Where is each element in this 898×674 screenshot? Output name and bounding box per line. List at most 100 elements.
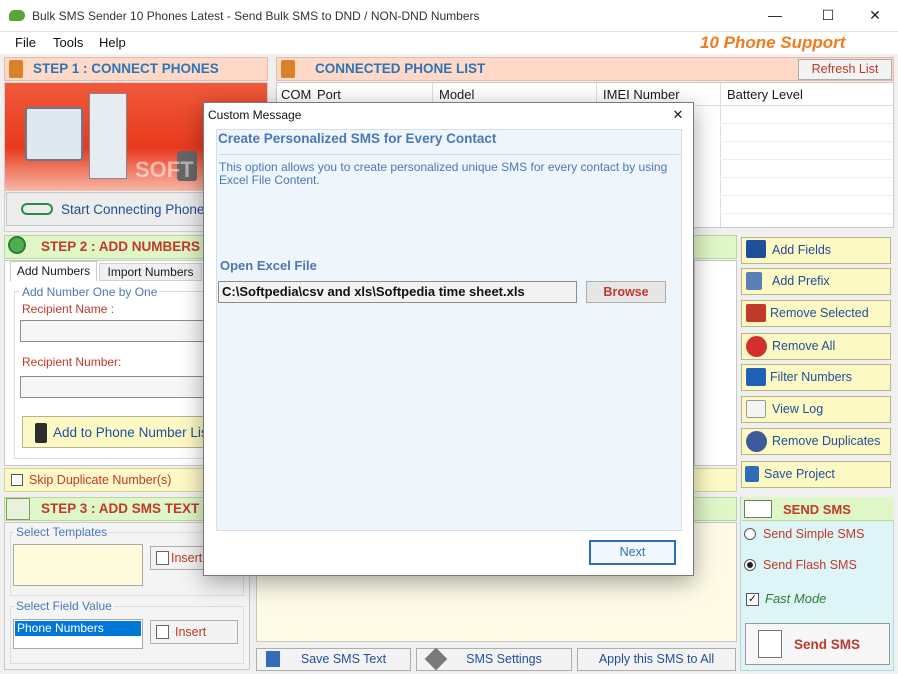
row-divider [720, 195, 893, 196]
add-to-list-button[interactable]: Add to Phone Number List [22, 416, 212, 448]
insert-field-icon [156, 625, 169, 639]
phone-support-label: 10 Phone Support [700, 33, 846, 52]
send-sms-button[interactable]: Send SMS [745, 623, 890, 665]
add-one-group-label: Add Number One by One [20, 285, 160, 299]
row-divider [720, 213, 893, 214]
close-button[interactable]: ✕ [852, 0, 898, 31]
field-value-list[interactable]: Phone Numbers [13, 619, 143, 649]
remove-duplicates-label: Remove Duplicates [772, 434, 881, 448]
dialog-content [216, 129, 682, 531]
monitor-icon [25, 107, 83, 161]
recipient-name-input[interactable] [20, 320, 210, 342]
add-fields-icon [746, 240, 766, 258]
save-project-label: Save Project [764, 467, 835, 481]
add-to-list-label: Add to Phone Number List [53, 425, 212, 440]
number-list-panel [694, 260, 737, 466]
add-prefix-label: Add Prefix [772, 274, 830, 288]
send-flash-radio[interactable] [744, 559, 756, 571]
phone-list-icon [281, 60, 295, 78]
computer-tower-icon [89, 93, 127, 179]
excel-file-path-input[interactable]: C:\Softpedia\csv and xls\Softpedia time … [218, 281, 577, 303]
save-project-button[interactable]: Save Project [741, 461, 891, 488]
menu-file[interactable]: File [15, 35, 36, 50]
heading-divider [219, 154, 681, 155]
next-button[interactable]: Next [589, 540, 676, 565]
fast-mode-checkbox[interactable]: ✓ [746, 593, 759, 606]
skip-duplicate-checkbox[interactable] [11, 474, 23, 486]
send-simple-label: Send Simple SMS [763, 527, 865, 541]
dialog-description: This option allows you to create persona… [219, 160, 668, 187]
dialog-title: Custom Message [208, 108, 302, 122]
remove-all-label: Remove All [772, 339, 836, 353]
col-port[interactable]: Port [317, 87, 341, 102]
remove-selected-icon [746, 304, 766, 322]
field-value-selected[interactable]: Phone Numbers [15, 621, 141, 636]
col-battery[interactable]: Battery Level [727, 87, 803, 102]
col-model[interactable]: Model [439, 87, 474, 102]
tab-import-numbers[interactable]: Import Numbers [99, 263, 202, 281]
row-divider [720, 123, 893, 124]
step1-header: STEP 1 : CONNECT PHONES [4, 57, 268, 81]
app-icon [9, 10, 25, 21]
col-com[interactable]: COM [281, 87, 311, 102]
envelope-icon [744, 500, 772, 518]
refresh-list-button[interactable]: Refresh List [798, 59, 892, 80]
recipient-name-label: Recipient Name : [22, 302, 115, 316]
add-text-icon [6, 498, 30, 520]
insert-template-label: Insert [171, 551, 203, 565]
filter-numbers-icon [746, 368, 766, 386]
dialog-close-button[interactable]: ✕ [665, 104, 691, 126]
remove-all-icon [746, 336, 767, 357]
menu-tools[interactable]: Tools [53, 35, 83, 50]
templates-list[interactable] [13, 544, 143, 586]
filter-numbers-label: Filter Numbers [770, 370, 852, 384]
apply-sms-button[interactable]: Apply this SMS to All [577, 648, 736, 671]
open-excel-label: Open Excel File [220, 258, 317, 273]
save-sms-label: Save SMS Text [300, 652, 387, 666]
watermark-text: SOFT [135, 157, 194, 182]
minimize-button[interactable]: — [752, 0, 798, 31]
phone-list-title: CONNECTED PHONE LIST [315, 61, 486, 76]
add-fields-label: Add Fields [772, 243, 832, 257]
phone-icon [9, 60, 23, 78]
field-value-label: Select Field Value [14, 599, 114, 613]
row-divider [720, 141, 893, 142]
browse-button[interactable]: Browse [586, 281, 666, 303]
recipient-number-input[interactable] [20, 376, 210, 398]
col-imei[interactable]: IMEI Number [603, 87, 680, 102]
maximize-button[interactable]: ☐ [805, 0, 851, 31]
usb-icon [21, 203, 53, 215]
save-sms-icon [266, 651, 280, 667]
window-title: Bulk SMS Sender 10 Phones Latest - Send … [32, 9, 480, 23]
send-simple-radio[interactable] [744, 528, 756, 540]
save-project-icon [745, 466, 759, 482]
skip-duplicate-label: Skip Duplicate Number(s) [29, 473, 172, 487]
send-flash-label: Send Flash SMS [763, 558, 857, 572]
step3-title: STEP 3 : ADD SMS TEXT [41, 501, 200, 516]
start-connecting-label: Start Connecting Phones [61, 202, 212, 217]
tab-add-numbers[interactable]: Add Numbers [10, 261, 97, 281]
add-prefix-button[interactable]: Add Prefix [741, 268, 891, 295]
dialog-heading: Create Personalized SMS for Every Contac… [218, 131, 497, 146]
menu-help[interactable]: Help [99, 35, 126, 50]
send-sms-title: SEND SMS [783, 502, 851, 517]
add-prefix-icon [746, 272, 762, 290]
sms-settings-label: SMS Settings [466, 652, 542, 666]
insert-template-icon [156, 551, 169, 565]
row-divider [720, 159, 893, 160]
send-doc-icon [758, 630, 782, 658]
fast-mode-label: Fast Mode [765, 591, 827, 606]
remove-selected-label: Remove Selected [770, 306, 869, 320]
add-numbers-icon [8, 236, 26, 254]
recipient-number-label: Recipient Number: [22, 355, 122, 369]
view-log-label: View Log [772, 402, 824, 416]
step1-title: STEP 1 : CONNECT PHONES [33, 61, 219, 76]
step2-title: STEP 2 : ADD NUMBERS [41, 239, 201, 254]
view-log-icon [746, 400, 766, 418]
radio-dot [747, 562, 753, 568]
phone-add-icon [35, 423, 47, 443]
remove-duplicates-icon [746, 431, 767, 452]
row-divider [720, 177, 893, 178]
insert-field-label: Insert [175, 625, 207, 639]
send-sms-button-label: Send SMS [794, 637, 861, 652]
